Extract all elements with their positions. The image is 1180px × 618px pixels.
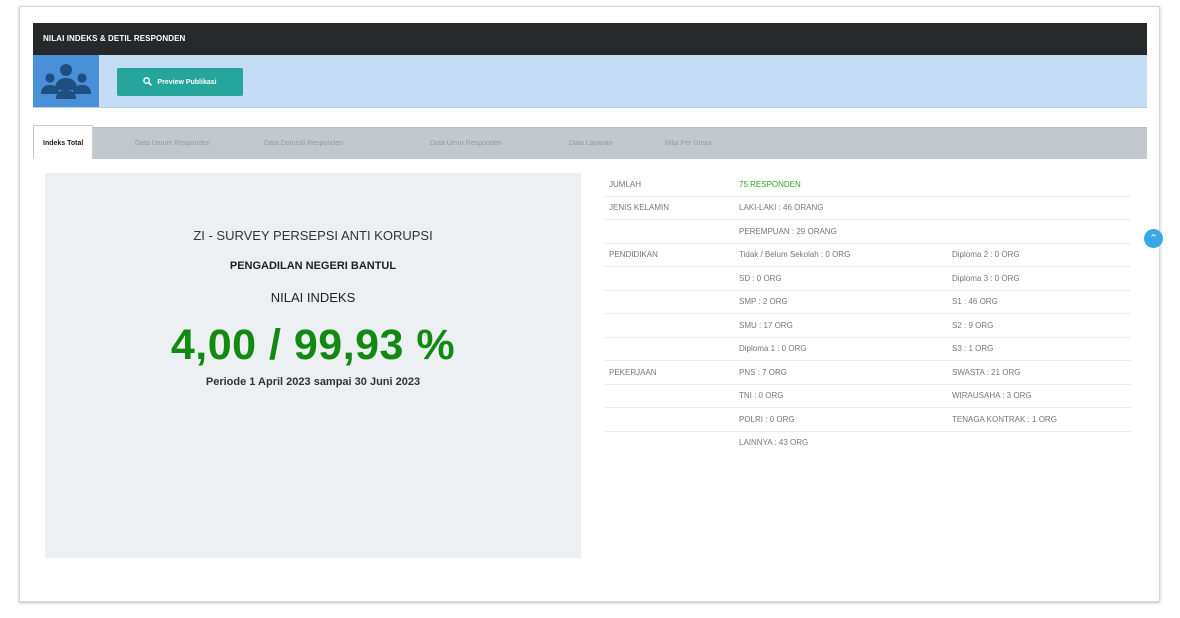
tab-data-layanan[interactable]: Data Layanan	[569, 128, 613, 159]
tab-nilai-per-unsur[interactable]: Nilai Per Unsur	[665, 128, 712, 159]
table-row: PEREMPUAN : 29 ORANG	[604, 219, 1131, 243]
detail-category	[604, 336, 734, 361]
detail-category: PENDIDIKAN	[604, 242, 734, 267]
tab-indeks-total[interactable]: Indeks Total	[33, 125, 94, 159]
detail-value: SMP : 2 ORG	[734, 289, 947, 314]
detail-category	[604, 313, 734, 337]
panel-title: NILAI INDEKS & DETIL RESPONDEN	[33, 23, 1147, 55]
detail-category	[604, 407, 734, 431]
chevron-up-icon[interactable]: ⌃	[1144, 229, 1163, 248]
index-value: 4,00 / 99,93 %	[170, 321, 456, 369]
detail-category	[604, 383, 734, 408]
search-icon	[143, 76, 153, 88]
detail-value-secondary: Diploma 3 : 0 ORG	[947, 266, 1131, 290]
detail-value: LAINNYA : 43 ORG	[734, 430, 947, 454]
detail-value-secondary: S3 : 1 ORG	[947, 336, 1131, 361]
detail-value-secondary: S2 : 9 ORG	[947, 313, 1131, 337]
detail-value: Tidak / Belum Sekolah : 0 ORG	[734, 242, 947, 267]
detail-category	[604, 266, 734, 290]
detail-value-secondary: WIRAUSAHA : 3 ORG	[947, 383, 1131, 408]
table-row: SMP : 2 ORG S1 : 46 ORG	[604, 289, 1131, 314]
users-group-icon	[33, 55, 99, 107]
detail-category: JENIS KELAMIN	[604, 195, 734, 220]
table-row: Diploma 1 : 0 ORG S3 : 1 ORG	[604, 336, 1131, 361]
tab-bar: Indeks Total Data Umum Responden Data Do…	[33, 125, 1147, 159]
period-text: Periode 1 April 2023 sampai 30 Juni 2023	[205, 376, 421, 388]
detail-value: SD : 0 ORG	[734, 266, 947, 290]
detail-category	[604, 219, 734, 243]
table-row: PENDIDIKAN Tidak / Belum Sekolah : 0 ORG D…	[604, 242, 1131, 267]
table-row: TNI : 0 ORG WIRAUSAHA : 3 ORG	[604, 383, 1131, 408]
preview-publikasi-button[interactable]: Preview Publikasi	[117, 68, 243, 96]
table-row: PEKERJAAN PNS : 7 ORG SWASTA : 21 ORG	[604, 360, 1131, 384]
detail-value: LAKI-LAKI : 46 ORANG	[734, 195, 947, 220]
detail-value-secondary: S1 : 46 ORG	[947, 289, 1131, 314]
detail-value-secondary: Diploma 2 : 0 ORG	[947, 242, 1131, 267]
table-row: JUMLAH 75 RESPONDEN	[604, 173, 1131, 196]
detail-value: TNI : 0 ORG	[734, 383, 947, 408]
detail-value: SMU : 17 ORG	[734, 313, 947, 337]
detail-value-secondary	[947, 219, 1131, 243]
detail-value-secondary: TENAGA KONTRAK : 1 ORG	[947, 407, 1131, 431]
detail-value-secondary: SWASTA : 21 ORG	[947, 360, 1131, 384]
detail-value: PNS : 7 ORG	[734, 360, 947, 384]
detail-category	[604, 430, 734, 454]
table-row: SD : 0 ORG Diploma 3 : 0 ORG	[604, 266, 1131, 290]
organization-name: PENGADILAN NEGERI BANTUL	[229, 260, 397, 272]
detail-category: JUMLAH	[609, 179, 642, 189]
table-row: SMU : 17 ORG S2 : 9 ORG	[604, 313, 1131, 337]
detail-category: PEKERJAAN	[604, 360, 734, 384]
detail-value: 75 RESPONDEN	[739, 179, 801, 189]
table-row: JENIS KELAMIN LAKI-LAKI : 46 ORANG	[604, 195, 1131, 220]
table-row: LAINNYA : 43 ORG	[604, 430, 1131, 454]
tab-data-umum-responden[interactable]: Data Umum Responden	[135, 128, 210, 159]
survey-title: ZI - SURVEY PERSEPSI ANTI KORUPSI	[193, 228, 433, 243]
detail-value-secondary	[947, 173, 1131, 196]
tab-data-umur-responden[interactable]: Data Umur Responden	[430, 128, 502, 159]
detail-category	[604, 289, 734, 314]
index-label: NILAI INDEKS	[270, 290, 356, 305]
detail-value-secondary	[947, 195, 1131, 220]
index-summary-panel: ZI - SURVEY PERSEPSI ANTI KORUPSI PENGAD…	[45, 173, 581, 558]
tab-data-domisili-responden[interactable]: Data Domisili Responden	[264, 128, 343, 159]
detail-value: POLRI : 0 ORG	[734, 407, 947, 431]
toolbar: Preview Publikasi	[33, 55, 1147, 108]
detail-value: PEREMPUAN : 29 ORANG	[734, 219, 947, 243]
detail-value: Diploma 1 : 0 ORG	[734, 336, 947, 361]
table-row: POLRI : 0 ORG TENAGA KONTRAK : 1 ORG	[604, 407, 1131, 431]
detail-value-secondary	[947, 430, 1131, 454]
respondent-details-table: JUMLAH 75 RESPONDEN JENIS KELAMIN LAKI-LAKI…	[604, 173, 1131, 454]
preview-button-label: Preview Publikasi	[157, 78, 217, 86]
